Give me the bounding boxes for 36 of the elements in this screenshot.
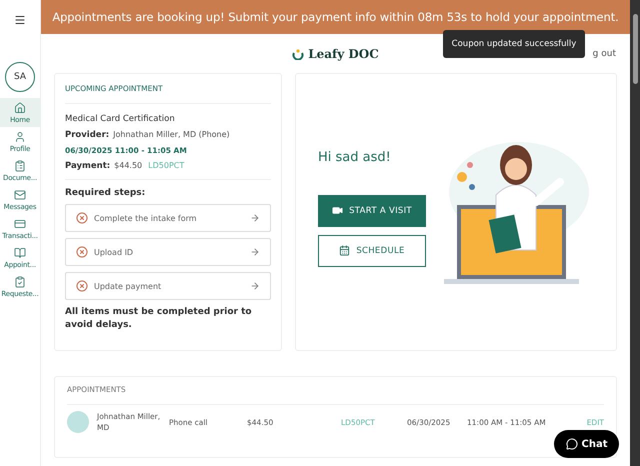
chat-button[interactable]: Chat <box>554 430 619 458</box>
chat-bubble-icon <box>566 438 578 450</box>
steps-title: Required steps: <box>65 188 146 198</box>
home-icon <box>14 102 26 114</box>
requirements-note: All items must be completed prior to avoid delays. <box>65 306 253 332</box>
countdown-banner: Appointments are booking up! Submit your payment info within 08m 53s to hold your appointment. <box>41 0 630 34</box>
provider-label: Provider: <box>65 130 110 140</box>
step-item[interactable]: Complete the intake form <box>65 204 271 232</box>
arrow-icon <box>250 281 260 291</box>
provider-avatar <box>67 411 89 434</box>
step-item[interactable]: Upload ID <box>65 238 271 266</box>
scrollbar[interactable] <box>630 0 640 466</box>
toast-notification: Coupon updated successfully <box>443 30 585 58</box>
calendar-icon <box>339 245 350 256</box>
video-icon <box>332 205 344 216</box>
arrow-icon <box>250 213 260 223</box>
service-name: Medical Card Certification <box>65 114 176 124</box>
payment-label: Payment: <box>65 161 110 171</box>
payment-amount: $44.50 <box>114 161 142 170</box>
greeting: Hi sad asd! <box>318 150 392 164</box>
schedule-button[interactable]: SCHEDULE <box>318 234 426 266</box>
documents-icon <box>14 160 26 172</box>
logout-link[interactable]: g out <box>592 48 616 58</box>
user-avatar[interactable]: SA <box>5 62 35 92</box>
logo-icon <box>292 48 304 60</box>
provider-name: Johnathan Miller, MD (Phone) <box>113 130 230 139</box>
requests-icon <box>14 276 26 288</box>
arrow-icon <box>250 247 260 257</box>
step-item[interactable]: Update payment <box>65 272 271 300</box>
profile-icon <box>14 131 26 143</box>
start-visit-button[interactable]: START A VISIT <box>318 194 426 226</box>
appointments-icon <box>14 247 26 259</box>
messages-icon <box>14 189 26 201</box>
transactions-icon <box>14 218 26 230</box>
logo-text: Leafy DOC <box>308 46 379 60</box>
coupon-code: LD50PCT <box>148 161 184 170</box>
